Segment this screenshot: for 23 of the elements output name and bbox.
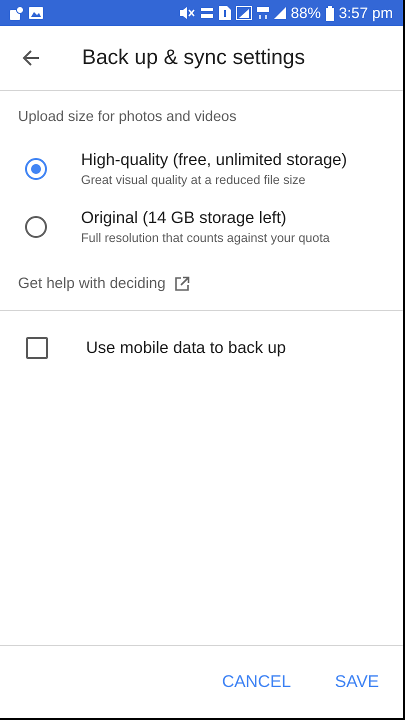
page-title: Back up & sync settings <box>82 46 305 70</box>
battery-percentage: 88% <box>290 4 321 22</box>
radio-button[interactable] <box>25 216 47 238</box>
checkbox[interactable] <box>26 337 48 359</box>
back-arrow-icon[interactable] <box>22 49 40 67</box>
help-link[interactable]: Get help with deciding <box>18 275 166 292</box>
option-description: Full resolution that counts against your quota <box>81 231 330 245</box>
option-description: Great visual quality at a reduced file size <box>81 173 306 187</box>
option-title: Original (14 GB storage left) <box>81 209 288 228</box>
open-external-icon[interactable] <box>174 276 190 292</box>
radio-button[interactable] <box>25 158 47 180</box>
battery-icon <box>326 6 334 20</box>
section-label: Upload size for photos and videos <box>17 108 238 125</box>
save-button[interactable]: SAVE <box>326 666 387 698</box>
sim-icon <box>218 6 231 20</box>
cancel-button[interactable]: CANCEL <box>214 666 299 698</box>
image-icon <box>29 7 43 19</box>
option-title: High-quality (free, unlimited storage) <box>81 151 347 170</box>
clock: 3:57 pm <box>338 4 393 22</box>
mute-icon <box>178 6 195 20</box>
signal-icon <box>236 6 252 20</box>
signal-icon <box>274 7 286 19</box>
checkbox-label: Use mobile data to back up <box>86 338 286 358</box>
